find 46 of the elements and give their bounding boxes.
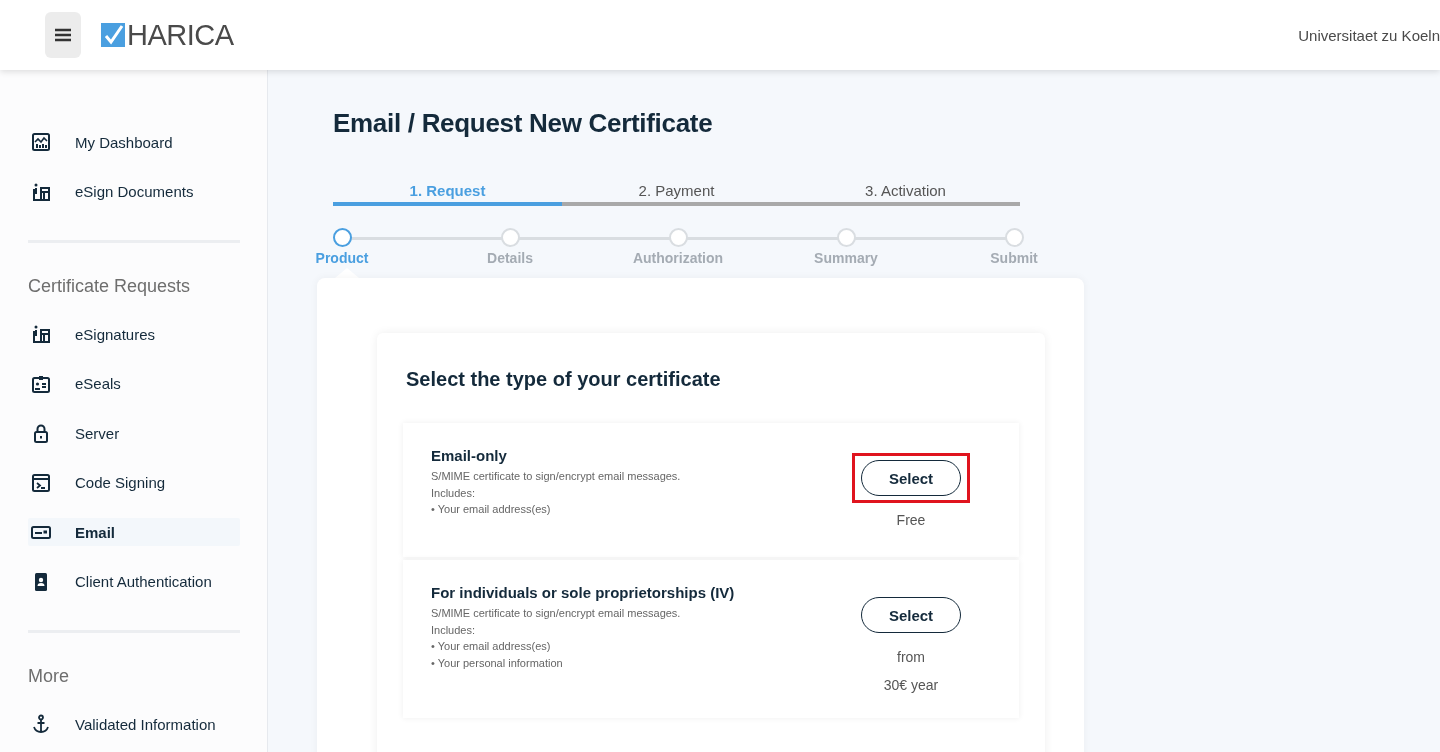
- description-line: S/MIME certificate to sign/encrypt email messages.: [431, 469, 682, 484]
- lock-icon: [31, 423, 51, 443]
- description-line: Includes:: [431, 485, 477, 501]
- nav-item[interactable]: eSignatures: [28, 319, 240, 349]
- option-title: Email-only: [431, 447, 508, 464]
- nav-item[interactable]: eSeals: [28, 368, 240, 399]
- phase-tab[interactable]: 2. Payment: [562, 182, 791, 206]
- price-text: 30€ year: [883, 676, 939, 695]
- description-line: • Your email address(es): [431, 502, 552, 517]
- nav-item[interactable]: Server: [28, 418, 240, 448]
- description-line: • Your email address(es): [431, 639, 552, 654]
- menu-button[interactable]: [45, 12, 81, 58]
- step-label: Authorization: [632, 250, 724, 266]
- document-stand-icon: [31, 181, 51, 202]
- user-name[interactable]: Universitaet zu Koeln: [1298, 26, 1440, 44]
- option-title: For individuals or sole proprietorships (IV): [431, 584, 736, 601]
- description-line: • Your personal information: [431, 655, 564, 671]
- logo-icon: [101, 23, 125, 47]
- nav-item[interactable]: Client Authentication: [28, 566, 240, 597]
- select-button[interactable]: Select: [861, 597, 961, 633]
- nav-item[interactable]: eSign Documents: [28, 176, 240, 207]
- phase-tab[interactable]: 3. Activation: [791, 182, 1020, 206]
- chart-icon: [31, 132, 51, 152]
- section-heading: More: [28, 664, 70, 688]
- step-label: Details: [487, 250, 533, 266]
- logo-text: HARICA: [127, 18, 234, 52]
- nav-item[interactable]: Validated Information: [28, 709, 240, 739]
- step-label: Summary: [814, 250, 878, 266]
- step-label: Submit: [990, 250, 1038, 266]
- menu-icon: [55, 28, 71, 42]
- card-title: Select the type of your certificate: [406, 367, 722, 392]
- document-stand-icon: [31, 324, 51, 344]
- nav-item[interactable]: Email: [28, 518, 240, 546]
- terminal-icon: [31, 472, 51, 493]
- nav-item[interactable]: Code Signing: [28, 467, 240, 498]
- description-line: S/MIME certificate to sign/encrypt email messages.: [431, 606, 682, 621]
- id-card-icon: [31, 373, 51, 394]
- price-text: from: [897, 648, 925, 667]
- section-heading: Certificate Requests: [28, 274, 192, 298]
- description-line: Includes:: [431, 622, 477, 638]
- anchor-icon: [31, 714, 51, 734]
- price-text: Free: [896, 511, 926, 530]
- select-button[interactable]: Select: [861, 460, 961, 496]
- step-label: Product: [315, 250, 369, 266]
- page-title: Email / Request New Certificate: [333, 108, 714, 138]
- nav-item[interactable]: My Dashboard: [28, 127, 240, 157]
